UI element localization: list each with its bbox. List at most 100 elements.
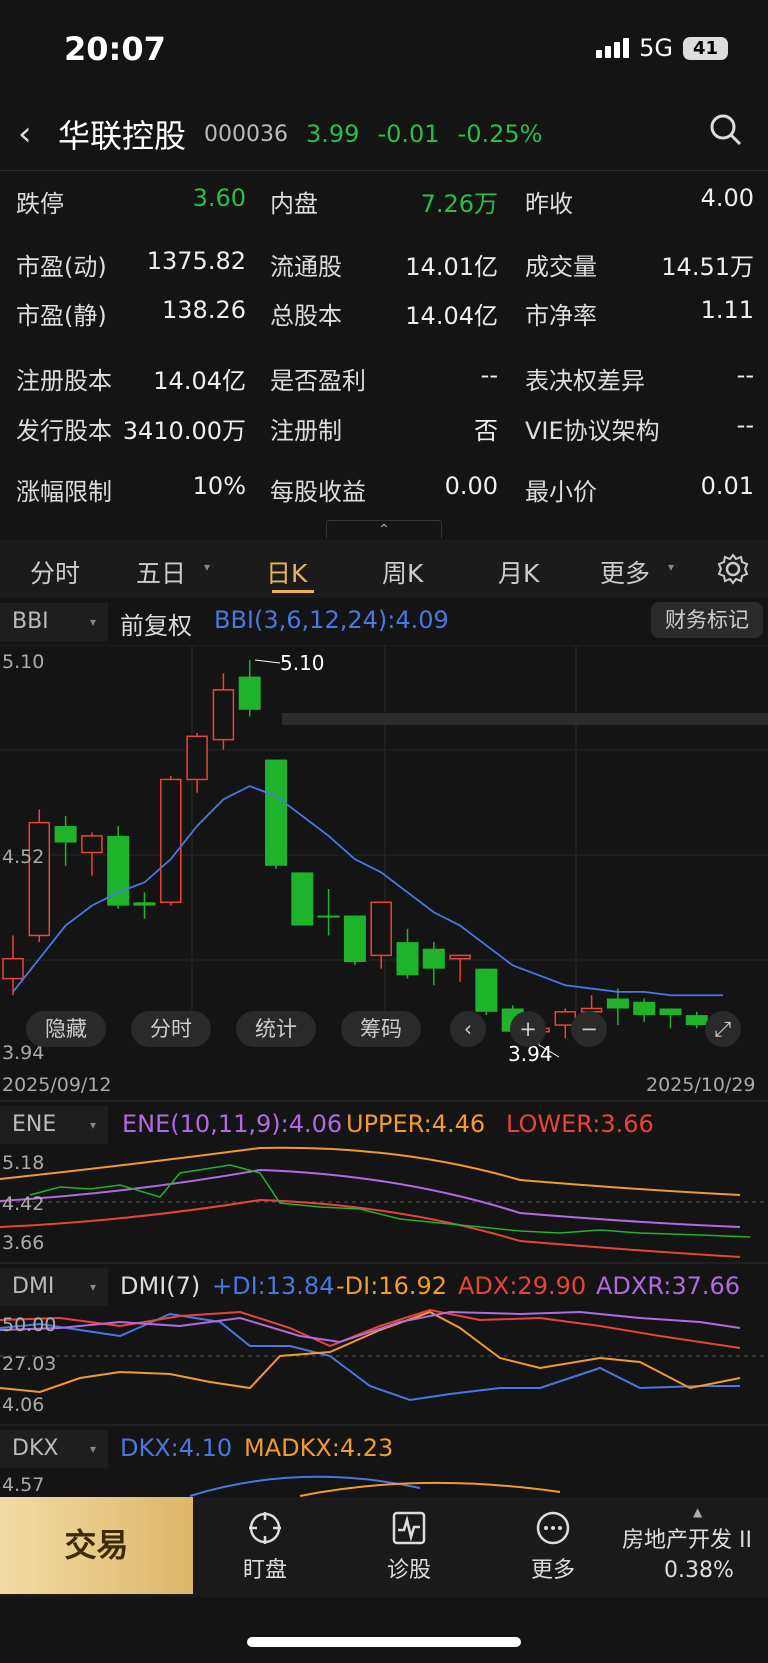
tab-monthly-k[interactable]: 月K	[498, 554, 539, 590]
candle	[685, 1015, 708, 1026]
stock-price: 3.99	[306, 120, 360, 148]
ene-upper-line	[0, 1146, 741, 1196]
info-value: 7.26万	[420, 190, 498, 218]
info-value: 0.01	[700, 472, 754, 500]
header-divider	[0, 170, 768, 171]
hide-button[interactable]: 隐藏	[26, 1011, 106, 1047]
collapse-handle[interactable]: ⌃	[326, 520, 442, 539]
ene-y3: 3.66	[2, 1232, 45, 1254]
more-icon	[536, 1511, 570, 1545]
pulse-icon	[392, 1511, 426, 1545]
home-indicator[interactable]	[247, 1637, 521, 1647]
tab-weekly-k[interactable]: 周K	[382, 554, 423, 590]
candle	[238, 676, 261, 710]
zoom-out-icon[interactable]: −	[571, 1011, 607, 1047]
dmi-period: DMI(7)	[120, 1272, 201, 1300]
ene-price-line	[29, 1164, 751, 1238]
info-value: 4.00	[700, 184, 754, 212]
info-label: 总股本	[270, 302, 342, 330]
status-time: 20:07	[64, 30, 166, 68]
candle	[659, 1008, 682, 1016]
info-value: 138.26	[162, 296, 246, 324]
high-marker	[254, 659, 281, 664]
info-label: 是否盈利	[270, 367, 366, 395]
indicator-select-dmi[interactable]: DMI ▾	[0, 1268, 108, 1306]
candle	[28, 821, 51, 937]
dmi-adx: ADX:29.90	[458, 1272, 587, 1300]
panel-divider	[0, 1424, 768, 1426]
tab-five-day[interactable]: 五日	[136, 554, 186, 590]
date-start: 2025/09/12	[2, 1074, 112, 1096]
zoom-in-icon[interactable]: +	[510, 1011, 546, 1047]
dmi-y1: 50.00	[2, 1314, 57, 1336]
info-label: 表决权差异	[525, 367, 645, 395]
dmi-chart[interactable]	[0, 1308, 768, 1423]
info-value: 1375.82	[146, 247, 246, 275]
tab-daily-k[interactable]: 日K	[266, 554, 307, 590]
panel-divider	[0, 1262, 768, 1264]
expand-up-icon[interactable]: ▲	[693, 1505, 702, 1519]
watch-button[interactable]: 盯盘	[218, 1510, 312, 1584]
candle	[606, 998, 629, 1009]
dmi-adx-line	[0, 1308, 741, 1349]
tab-more[interactable]: 更多	[600, 554, 650, 590]
chips-button[interactable]: 筹码	[341, 1011, 421, 1047]
search-icon[interactable]	[708, 112, 744, 148]
info-value: 14.51万	[661, 253, 754, 281]
prev-icon[interactable]: ‹	[450, 1011, 486, 1047]
fullscreen-icon[interactable]: ⤢	[705, 1011, 741, 1047]
candle	[343, 915, 366, 963]
intraday-button[interactable]: 分时	[131, 1011, 211, 1047]
trade-button[interactable]: 交易	[0, 1497, 193, 1594]
info-label: 市净率	[525, 302, 597, 330]
dmi-mdi: -DI:16.92	[336, 1272, 448, 1300]
candle	[422, 948, 445, 969]
stock-change-pct: -0.25%	[457, 120, 543, 148]
indicator-select-dkx[interactable]: DKX ▾	[0, 1430, 108, 1468]
battery-icon: 41	[682, 36, 728, 60]
info-label: 发行股本	[16, 417, 112, 445]
settings-icon[interactable]	[716, 552, 750, 586]
info-value: --	[480, 361, 498, 389]
info-value: 1.11	[700, 296, 754, 324]
statistics-button[interactable]: 统计	[236, 1011, 316, 1047]
info-label: 流通股	[270, 253, 342, 281]
info-label: 注册股本	[16, 367, 112, 395]
info-label: 涨幅限制	[16, 478, 112, 506]
info-label: 每股收益	[270, 478, 366, 506]
info-value: 14.01亿	[405, 253, 498, 281]
stock-code: 000036	[204, 121, 288, 147]
info-value: --	[736, 361, 754, 389]
diagnose-label: 诊股	[386, 1558, 431, 1583]
indicator-select-bbi[interactable]: BBI ▾	[0, 603, 108, 641]
sector-name[interactable]: 房地产开发 II	[622, 1522, 768, 1554]
more-button[interactable]: 更多	[506, 1510, 600, 1584]
diagnose-button[interactable]: 诊股	[362, 1510, 456, 1584]
info-label: 跌停	[16, 190, 64, 218]
candle	[81, 835, 103, 854]
tab-intraday[interactable]: 分时	[30, 554, 80, 590]
sector-pct: 0.38%	[664, 1558, 734, 1583]
info-label: 市盈(动)	[16, 253, 107, 281]
candle	[370, 901, 392, 957]
candle	[265, 759, 287, 866]
back-icon[interactable]: ‹	[18, 114, 58, 154]
adjust-mode[interactable]: 前复权	[120, 606, 192, 641]
dmi-pdi-line	[0, 1312, 740, 1402]
battery-level: 41	[692, 37, 718, 59]
stock-name: 华联控股	[58, 117, 187, 155]
indicator-name: DKX	[12, 1436, 59, 1461]
candle	[449, 954, 471, 960]
candle	[475, 968, 498, 1012]
dkx-chart[interactable]	[0, 1468, 768, 1498]
madkx-value: MADKX:4.23	[244, 1434, 394, 1462]
info-value: 10%	[192, 472, 246, 500]
ene-y1: 5.18	[2, 1152, 45, 1174]
network-label: 5G	[639, 34, 673, 62]
finance-mark-button[interactable]: 财务标记	[651, 602, 763, 638]
ene-chart[interactable]	[0, 1145, 768, 1260]
indicator-select-ene[interactable]: ENE ▾	[0, 1106, 108, 1144]
ene-lower: LOWER:3.66	[506, 1110, 654, 1138]
signal-icon	[596, 38, 630, 58]
info-label: 成交量	[525, 253, 597, 281]
